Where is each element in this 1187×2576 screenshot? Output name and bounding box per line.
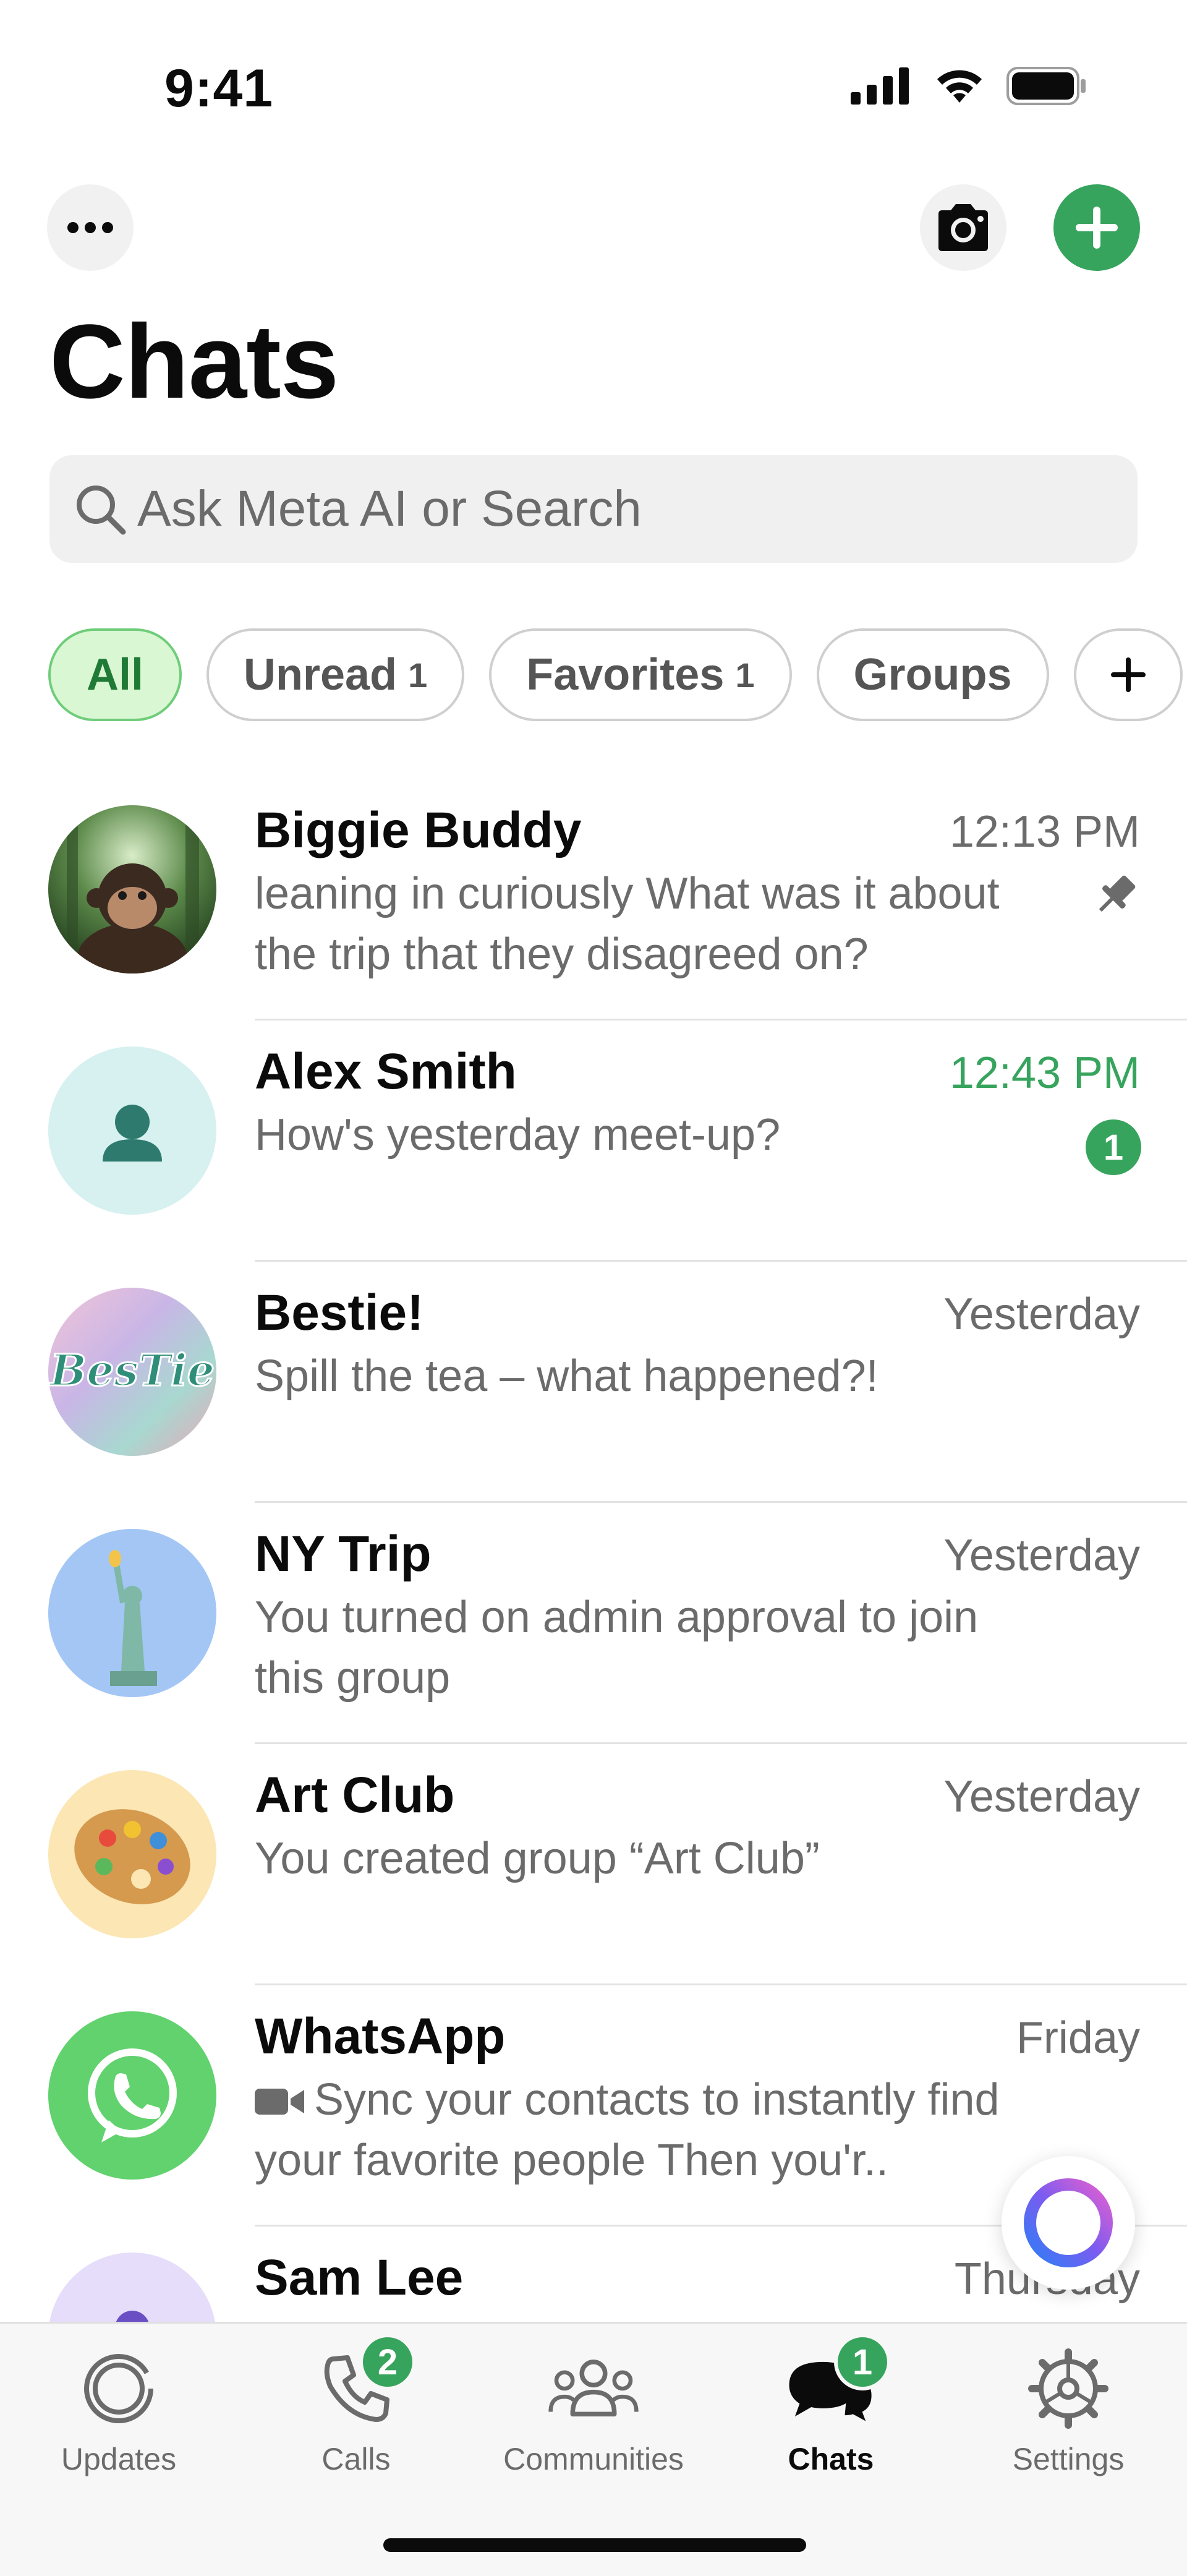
chat-name: Alex Smith	[255, 1043, 517, 1100]
chat-row-biggie-buddy[interactable]: Biggie Buddy 12:13 PM leaning in curious…	[0, 779, 1187, 1021]
tab-communities[interactable]: Communities	[475, 2342, 712, 2477]
unread-badge: 1	[1086, 1119, 1141, 1175]
gear-icon	[1022, 2342, 1115, 2435]
tab-label: Calls	[321, 2442, 391, 2476]
chat-name: NY Trip	[255, 1526, 432, 1582]
tab-label: Updates	[61, 2442, 177, 2476]
chip-count: 1	[408, 655, 428, 695]
ellipsis-icon	[67, 222, 113, 233]
signal-icon	[851, 67, 909, 105]
chat-row-art-club[interactable]: Art Club Yesterday You created group “Ar…	[0, 1744, 1187, 1985]
phone-icon: 2	[310, 2334, 416, 2435]
search-icon	[70, 479, 130, 539]
updates-icon	[72, 2342, 165, 2435]
plus-icon	[1076, 207, 1118, 249]
chip-label: Unread	[244, 650, 398, 700]
chat-time: Friday	[1016, 2013, 1140, 2063]
chat-list: Biggie Buddy 12:13 PM leaning in curious…	[0, 779, 1187, 2326]
tab-label: Communities	[503, 2442, 684, 2476]
chat-preview: Sync your contacts to instantly find you…	[255, 2069, 1046, 2191]
chat-name: Art Club	[255, 1767, 455, 1823]
communities-icon	[547, 2342, 640, 2435]
filter-chip-favorites[interactable]: Favorites 1	[489, 628, 792, 721]
chat-time: Yesterday	[943, 1290, 1140, 1339]
page-title: Chats	[49, 303, 339, 421]
chats-icon: 1	[785, 2334, 891, 2435]
bestie-logo-text: BesTie	[49, 1345, 215, 1396]
more-options-button[interactable]	[47, 184, 134, 271]
chip-label: All	[87, 650, 144, 700]
tab-calls[interactable]: 2 Calls	[237, 2334, 475, 2477]
chat-preview: You turned on admin approval to join thi…	[255, 1593, 979, 1703]
search-bar[interactable]	[49, 455, 1138, 563]
video-camera-icon	[255, 2089, 304, 2115]
chat-time: 12:43 PM	[949, 1048, 1140, 1098]
status-icons	[851, 67, 1087, 105]
chat-preview: How's yesterday meet-up?	[255, 1110, 781, 1160]
avatar	[48, 2253, 216, 2326]
avatar	[48, 1529, 216, 1697]
chat-time: Yesterday	[943, 1531, 1140, 1580]
meta-ai-icon	[1024, 2178, 1113, 2267]
filter-chips: All Unread 1 Favorites 1 Groups	[48, 628, 1183, 721]
chip-label: Groups	[853, 650, 1012, 700]
avatar: BesTie	[48, 1288, 216, 1456]
chat-row-bestie[interactable]: BesTie Bestie! Yesterday Spill the tea –…	[0, 1262, 1187, 1503]
home-indicator	[383, 2538, 806, 2552]
camera-icon	[938, 204, 988, 251]
status-time: 9:41	[164, 59, 274, 118]
pin-icon	[1099, 875, 1136, 912]
tab-chats[interactable]: 1 Chats	[712, 2334, 950, 2477]
new-chat-button[interactable]	[1053, 184, 1140, 271]
chat-preview-text: Sync your contacts to instantly find you…	[255, 2075, 1000, 2185]
battery-icon	[1006, 67, 1086, 105]
status-bar: 9:41	[0, 0, 1187, 161]
chat-row-ny-trip[interactable]: NY Trip Yesterday You turned on admin ap…	[0, 1503, 1187, 1744]
avatar	[48, 1046, 216, 1215]
add-filter-button[interactable]	[1073, 628, 1183, 721]
tab-badge: 1	[834, 2334, 891, 2390]
avatar	[48, 2011, 216, 2180]
filter-chip-groups[interactable]: Groups	[816, 628, 1049, 721]
avatar	[48, 805, 216, 973]
tab-updates[interactable]: Updates	[0, 2342, 237, 2477]
chat-row-alex-smith[interactable]: Alex Smith 12:43 PM How's yesterday meet…	[0, 1021, 1187, 1262]
chat-preview: Spill the tea – what happened?!	[255, 1351, 879, 1401]
chip-count: 1	[735, 655, 755, 695]
chip-label: Favorites	[526, 650, 725, 700]
search-input[interactable]	[136, 479, 1066, 539]
tab-label: Settings	[1012, 2442, 1125, 2476]
tab-badge: 2	[359, 2334, 416, 2390]
tab-settings[interactable]: Settings	[950, 2342, 1187, 2477]
plus-icon	[1110, 657, 1146, 692]
chat-preview: leaning in curiously What was it about t…	[255, 869, 1000, 979]
avatar	[48, 1770, 216, 1938]
meta-ai-button[interactable]	[1002, 2156, 1135, 2290]
filter-chip-all[interactable]: All	[48, 628, 182, 721]
filter-chip-unread[interactable]: Unread 1	[206, 628, 465, 721]
wifi-icon	[937, 70, 982, 103]
chat-name: WhatsApp	[255, 2008, 506, 2065]
chat-name: Biggie Buddy	[255, 802, 582, 858]
chat-preview: You created group “Art Club”	[255, 1834, 820, 1883]
camera-button[interactable]	[920, 184, 1006, 271]
chat-name: Sam Lee	[255, 2249, 464, 2306]
chat-name: Bestie!	[255, 1285, 424, 1341]
chat-time: Yesterday	[943, 1772, 1140, 1821]
chat-row-whatsapp[interactable]: WhatsApp Friday Sync your contacts to in…	[0, 1985, 1187, 2227]
chat-time: 12:13 PM	[949, 807, 1140, 857]
tab-label: Chats	[788, 2442, 874, 2476]
